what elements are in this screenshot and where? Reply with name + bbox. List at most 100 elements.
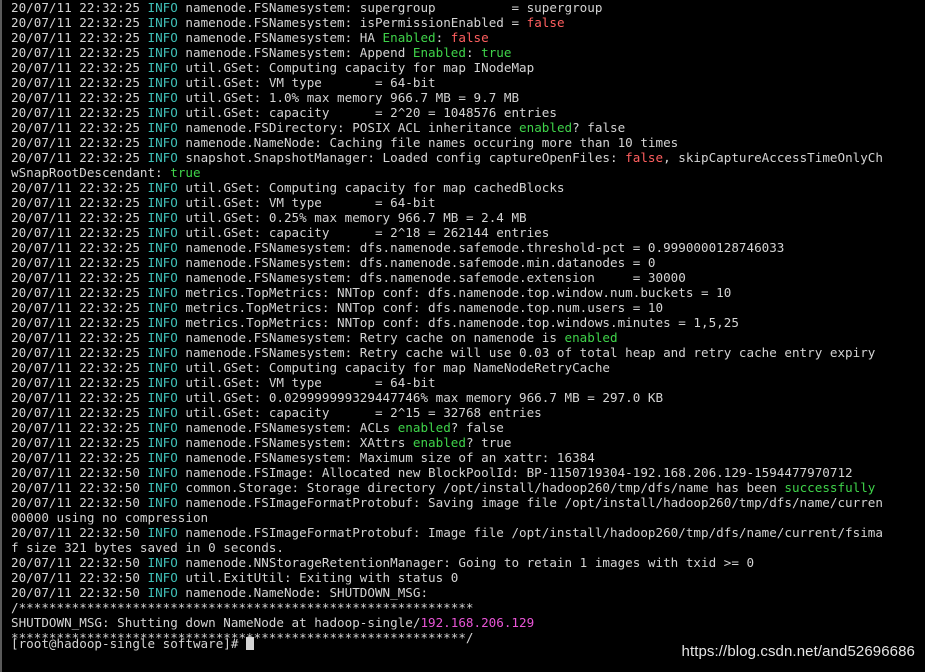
terminal-window[interactable]: 20/07/11 22:32:25 INFO namenode.FSNamesy… bbox=[0, 0, 925, 672]
log-text: 20/07/11 22:32:25 bbox=[11, 225, 148, 240]
log-text: enabled bbox=[519, 120, 573, 135]
log-line: 20/07/11 22:32:50 INFO namenode.NNStorag… bbox=[11, 555, 925, 570]
log-text: util.GSet: capacity = 2^20 = 1048576 ent… bbox=[177, 105, 557, 120]
log-text: 20/07/11 22:32:25 bbox=[11, 30, 148, 45]
log-text: 20/07/11 22:32:25 bbox=[11, 195, 148, 210]
log-line: 20/07/11 22:32:25 INFO util.GSet: 0.25% … bbox=[11, 210, 925, 225]
log-level: INFO bbox=[147, 375, 178, 390]
log-line: 20/07/11 22:32:25 INFO namenode.FSNamesy… bbox=[11, 255, 925, 270]
log-text: 20/07/11 22:32:25 bbox=[11, 390, 148, 405]
log-text: /***************************************… bbox=[11, 600, 474, 615]
log-level: INFO bbox=[147, 495, 178, 510]
log-text: namenode.FSImage: Allocated new BlockPoo… bbox=[177, 465, 853, 480]
log-text: 00000 using no compression bbox=[11, 510, 209, 525]
log-level: INFO bbox=[147, 195, 178, 210]
log-level: INFO bbox=[147, 405, 178, 420]
log-text: namenode.FSNamesystem: HA bbox=[177, 30, 383, 45]
log-line: 20/07/11 22:32:25 INFO namenode.FSNamesy… bbox=[11, 420, 925, 435]
log-text: enabled bbox=[564, 330, 618, 345]
log-text: util.GSet: capacity = 2^15 = 32768 entri… bbox=[177, 405, 542, 420]
log-text: namenode.FSImageFormatProtobuf: Image fi… bbox=[177, 525, 883, 540]
log-line: 20/07/11 22:32:25 INFO namenode.FSNamesy… bbox=[11, 435, 925, 450]
log-text: 20/07/11 22:32:25 bbox=[11, 15, 148, 30]
log-text: util.GSet: Computing capacity for map IN… bbox=[177, 60, 535, 75]
log-line: 20/07/11 22:32:25 INFO snapshot.Snapshot… bbox=[11, 150, 925, 165]
log-level: INFO bbox=[147, 555, 178, 570]
log-text: 20/07/11 22:32:25 bbox=[11, 255, 148, 270]
log-text: util.ExitUtil: Exiting with status 0 bbox=[177, 570, 459, 585]
log-text: util.GSet: Computing capacity for map ca… bbox=[177, 180, 565, 195]
log-level: INFO bbox=[147, 315, 178, 330]
log-line: 20/07/11 22:32:25 INFO util.GSet: 0.0299… bbox=[11, 390, 925, 405]
log-text: 20/07/11 22:32:25 bbox=[11, 135, 148, 150]
log-text: metrics.TopMetrics: NNTop conf: dfs.name… bbox=[177, 315, 739, 330]
log-line: 20/07/11 22:32:50 INFO namenode.FSImage:… bbox=[11, 465, 925, 480]
log-text: metrics.TopMetrics: NNTop conf: dfs.name… bbox=[177, 285, 732, 300]
log-level: INFO bbox=[147, 135, 178, 150]
log-level: INFO bbox=[147, 345, 178, 360]
log-text: namenode.FSNamesystem: XAttrs bbox=[177, 435, 413, 450]
log-line: 20/07/11 22:32:25 INFO util.GSet: VM typ… bbox=[11, 375, 925, 390]
log-level: INFO bbox=[147, 150, 178, 165]
log-text: true bbox=[481, 45, 512, 60]
log-text: 20/07/11 22:32:25 bbox=[11, 120, 148, 135]
log-text: false bbox=[526, 15, 565, 30]
log-text: : bbox=[435, 30, 451, 45]
log-text: util.GSet: Computing capacity for map Na… bbox=[177, 360, 611, 375]
log-level: INFO bbox=[147, 525, 178, 540]
log-level: INFO bbox=[147, 120, 178, 135]
log-line: 20/07/11 22:32:50 INFO common.Storage: S… bbox=[11, 480, 925, 495]
log-level: INFO bbox=[147, 585, 178, 600]
shell-prompt: [root@hadoop-single software]# bbox=[11, 636, 247, 651]
log-text: 20/07/11 22:32:50 bbox=[11, 480, 148, 495]
log-text: f size 321 bytes saved in 0 seconds. bbox=[11, 540, 284, 555]
log-level: INFO bbox=[147, 420, 178, 435]
log-level: INFO bbox=[147, 390, 178, 405]
log-text: enabled bbox=[397, 420, 451, 435]
log-level: INFO bbox=[147, 75, 178, 90]
log-text: util.GSet: VM type = 64-bit bbox=[177, 195, 436, 210]
log-line: 20/07/11 22:32:25 INFO metrics.TopMetric… bbox=[11, 315, 925, 330]
log-level: INFO bbox=[147, 270, 178, 285]
log-line: 00000 using no compression bbox=[11, 510, 925, 525]
terminal-output: 20/07/11 22:32:25 INFO namenode.FSNamesy… bbox=[11, 0, 925, 645]
prompt-row[interactable]: [root@hadoop-single software]# bbox=[11, 636, 255, 651]
log-text: 20/07/11 22:32:50 bbox=[11, 585, 148, 600]
log-text: common.Storage: Storage directory /opt/i… bbox=[177, 480, 785, 495]
log-line: SHUTDOWN_MSG: Shutting down NameNode at … bbox=[11, 615, 925, 630]
log-text: namenode.NNStorageRetentionManager: Goin… bbox=[177, 555, 755, 570]
log-line: 20/07/11 22:32:25 INFO namenode.FSNamesy… bbox=[11, 270, 925, 285]
log-text: true bbox=[170, 165, 201, 180]
log-text: 20/07/11 22:32:50 bbox=[11, 495, 148, 510]
log-text: util.GSet: 1.0% max memory 966.7 MB = 9.… bbox=[177, 90, 520, 105]
log-line: /***************************************… bbox=[11, 600, 925, 615]
log-level: INFO bbox=[147, 90, 178, 105]
log-line: 20/07/11 22:32:25 INFO namenode.FSNamesy… bbox=[11, 450, 925, 465]
log-text: successfully bbox=[784, 480, 876, 495]
log-text: 20/07/11 22:32:25 bbox=[11, 150, 148, 165]
log-level: INFO bbox=[147, 465, 178, 480]
log-text: 20/07/11 22:32:25 bbox=[11, 270, 148, 285]
log-text: 20/07/11 22:32:50 bbox=[11, 465, 148, 480]
log-level: INFO bbox=[147, 300, 178, 315]
log-line: 20/07/11 22:32:25 INFO namenode.FSDirect… bbox=[11, 120, 925, 135]
log-text: namenode.FSNamesystem: Append bbox=[177, 45, 413, 60]
log-level: INFO bbox=[147, 240, 178, 255]
log-text: 20/07/11 22:32:50 bbox=[11, 525, 148, 540]
log-line: 20/07/11 22:32:25 INFO util.GSet: 1.0% m… bbox=[11, 90, 925, 105]
log-text: 20/07/11 22:32:25 bbox=[11, 405, 148, 420]
log-text: 20/07/11 22:32:25 bbox=[11, 0, 148, 15]
log-line: 20/07/11 22:32:25 INFO util.GSet: capaci… bbox=[11, 405, 925, 420]
log-text: 20/07/11 22:32:25 bbox=[11, 360, 148, 375]
log-line: 20/07/11 22:32:50 INFO util.ExitUtil: Ex… bbox=[11, 570, 925, 585]
log-line: 20/07/11 22:32:25 INFO namenode.FSNamesy… bbox=[11, 45, 925, 60]
log-level: INFO bbox=[147, 225, 178, 240]
log-text: 20/07/11 22:32:25 bbox=[11, 330, 148, 345]
log-line: 20/07/11 22:32:25 INFO namenode.FSNamesy… bbox=[11, 15, 925, 30]
log-text: metrics.TopMetrics: NNTop conf: dfs.name… bbox=[177, 300, 664, 315]
log-level: INFO bbox=[147, 45, 178, 60]
log-level: INFO bbox=[147, 210, 178, 225]
log-text: : bbox=[465, 45, 482, 60]
log-text: 20/07/11 22:32:25 bbox=[11, 435, 148, 450]
log-text: 20/07/11 22:32:25 bbox=[11, 285, 148, 300]
